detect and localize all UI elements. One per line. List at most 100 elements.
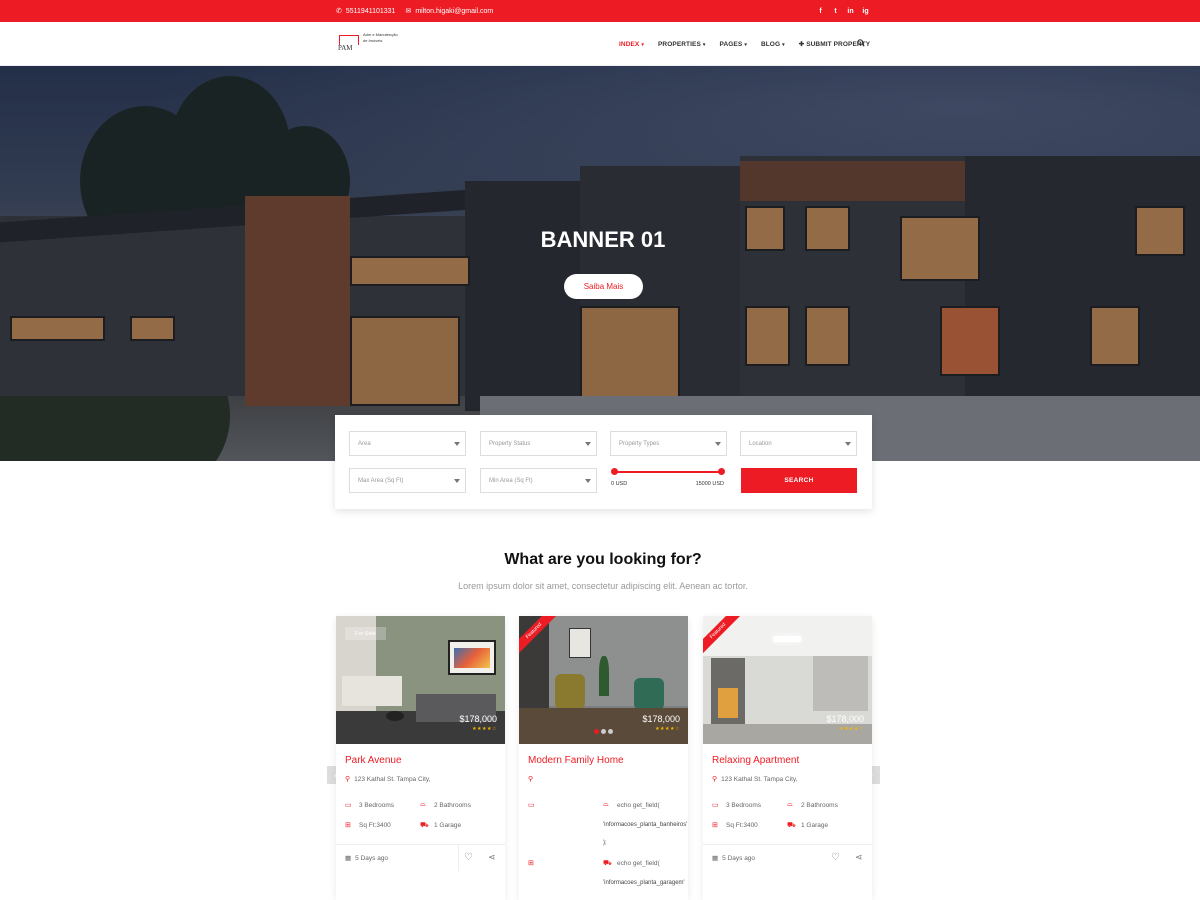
section-subtitle: Lorem ipsum dolor sit amet, consectetur … [458, 581, 748, 591]
nav-item-index[interactable]: INDEX ▾ [619, 41, 644, 48]
facebook-icon[interactable]: f [817, 8, 824, 15]
area-feature: ⊞ Sq Ft:3400 [345, 821, 391, 830]
heart-icon[interactable]: ♡ [831, 852, 840, 863]
top-bar: ✆ 5511941101331 ✉ milton.higaki@gmail.com … [0, 0, 1200, 22]
address-text: 123 Kathal St. Tampa City, [721, 775, 798, 783]
bedrooms-feature: ▭ 3 Bedrooms [712, 801, 761, 810]
chevron-down-icon [715, 442, 721, 446]
area-feature: ⊞ [528, 859, 537, 867]
nav-item-pages[interactable]: PAGES ▾ [720, 41, 747, 48]
chevron-down-icon: ▾ [702, 41, 706, 48]
nav-item-label: PROPERTIES [658, 40, 701, 48]
area-icon: ⊞ [528, 860, 534, 867]
nav-item-label: BLOG [760, 40, 781, 48]
property-photo[interactable]: Featured $178,000 ★★★★☆ [703, 616, 872, 744]
nav-item-properties[interactable]: PROPERTIES ▾ [658, 41, 706, 48]
property-card[interactable]: Featured $178,000 ★★★★☆ Relaxing Apartme… [703, 616, 872, 900]
location-select[interactable]: Location [740, 431, 857, 456]
learn-more-button[interactable]: Saiba Mais [564, 274, 643, 299]
property-status-value: Property Status [489, 440, 531, 447]
hero-title: BANNER 01 [540, 227, 666, 252]
bed-icon: ▭ [345, 802, 352, 809]
map-pin-icon: ⚲ [528, 776, 534, 783]
share-icon[interactable]: ⋖ [488, 852, 496, 863]
property-price: $178,000 [826, 714, 864, 724]
heart-icon[interactable]: ♡ [464, 852, 473, 863]
min-area-select[interactable]: Min Area (Sq Ft) [480, 468, 597, 493]
price-range-slider[interactable]: 0 USD 15000 USD [611, 468, 725, 490]
range-max-handle[interactable] [718, 468, 725, 475]
bathrooms-text: 2 Bathrooms [801, 801, 838, 809]
card-footer: ▦ 5 Days ago ♡ ⋖ [336, 844, 505, 871]
bed-icon: ▭ [712, 802, 719, 809]
logo-mark-text: PAM [338, 44, 353, 52]
logo-mark: PAM [337, 33, 361, 55]
chevron-down-icon: ▾ [641, 41, 644, 48]
linkedin-icon[interactable]: in [847, 8, 854, 15]
garage-feature: ⛟ 1 Garage [420, 821, 461, 830]
field-code-text: echo get_field( [617, 801, 660, 809]
max-area-select[interactable]: Max Area (Sq Ft) [349, 468, 466, 493]
price-min-label: 0 USD [611, 481, 628, 487]
property-card[interactable]: For Sale $178,000 ★★★★☆ Park Avenue ⚲ 123… [336, 616, 505, 900]
search-icon[interactable] [857, 39, 865, 47]
site-logo[interactable]: PAM Adm e Manutenção de Imóveis [337, 31, 399, 57]
image-slider-dots[interactable] [594, 729, 613, 734]
min-area-value: Min Area (Sq Ft) [489, 477, 533, 484]
car-icon: ⛟ [603, 860, 612, 867]
property-address: ⚲ [528, 775, 533, 783]
bath-icon: ⌓ [787, 801, 793, 808]
garage-feature: ⛟ 1 Garage [787, 821, 828, 830]
area-feature: ⊞ Sq Ft:3400 [712, 821, 758, 830]
area-select[interactable]: Area [349, 431, 466, 456]
property-address: ⚲ 123 Kathal St. Tampa City, [345, 775, 431, 784]
address-text: 123 Kathal St. Tampa City, [354, 775, 431, 783]
car-icon: ⛟ [787, 822, 796, 829]
area-icon: ⊞ [712, 822, 718, 829]
map-pin-icon: ⚲ [712, 776, 718, 783]
twitter-icon[interactable]: t [832, 8, 839, 15]
nav-menu: INDEX ▾ PROPERTIES ▾ PAGES ▾ BLOG ▾ ✚ SUBMIT… [619, 22, 870, 66]
section-title: What are you looking for? [504, 551, 702, 568]
nav-item-label: INDEX [619, 40, 640, 48]
property-address: ⚲ 123 Kathal St. Tampa City, [712, 775, 798, 784]
property-card[interactable]: Featured $178,000 ★★★★☆ Modern Family Ho… [519, 616, 688, 900]
chevron-down-icon: ▾ [782, 41, 785, 48]
map-pin-icon: ⚲ [345, 776, 351, 783]
chevron-down-icon: ▾ [744, 41, 747, 48]
phone-contact[interactable]: ✆ 5511941101331 [336, 7, 395, 16]
property-title[interactable]: Modern Family Home [528, 755, 624, 766]
property-title[interactable]: Park Avenue [345, 755, 402, 766]
date-text: 5 Days ago [722, 854, 756, 862]
calendar-icon: ▦ [345, 855, 352, 862]
chevron-down-icon [454, 479, 460, 483]
bathrooms-feature: ⌓ echo get_field( [603, 801, 660, 809]
car-icon: ⛟ [420, 822, 429, 829]
garage-text: 1 Garage [801, 822, 829, 829]
max-area-value: Max Area (Sq Ft) [358, 477, 404, 484]
garage-feature: ⛟ echo get_field( [603, 859, 660, 868]
property-photo[interactable]: Featured $178,000 ★★★★☆ [519, 616, 688, 744]
social-links: f t in ig [817, 0, 869, 22]
bedrooms-text: 3 Bedrooms [359, 801, 395, 809]
share-icon[interactable]: ⋖ [855, 852, 863, 863]
property-price: $178,000 [459, 714, 497, 724]
hero-banner: BANNER 01 Saiba Mais [0, 66, 1200, 461]
instagram-icon[interactable]: ig [862, 8, 869, 15]
range-track [613, 471, 722, 473]
property-photo[interactable]: For Sale $178,000 ★★★★☆ [336, 616, 505, 744]
chevron-down-icon [585, 479, 591, 483]
search-button[interactable]: SEARCH [741, 468, 857, 493]
area-icon: ⊞ [345, 822, 351, 829]
nav-item-blog[interactable]: BLOG ▾ [761, 41, 785, 48]
bedrooms-feature: ▭ 3 Bedrooms [345, 801, 395, 810]
field-code-text: 'informacoes_planta_garagem' [603, 880, 685, 886]
property-title[interactable]: Relaxing Apartment [712, 755, 799, 766]
mail-icon: ✉ [405, 8, 412, 15]
field-code-text: echo get_field( [617, 860, 660, 867]
property-status-select[interactable]: Property Status [480, 431, 597, 456]
property-types-select[interactable]: Property Types [610, 431, 727, 456]
email-contact[interactable]: ✉ milton.higaki@gmail.com [405, 7, 493, 16]
sqft-text: Sq Ft:3400 [359, 821, 391, 829]
range-min-handle[interactable] [611, 468, 618, 475]
